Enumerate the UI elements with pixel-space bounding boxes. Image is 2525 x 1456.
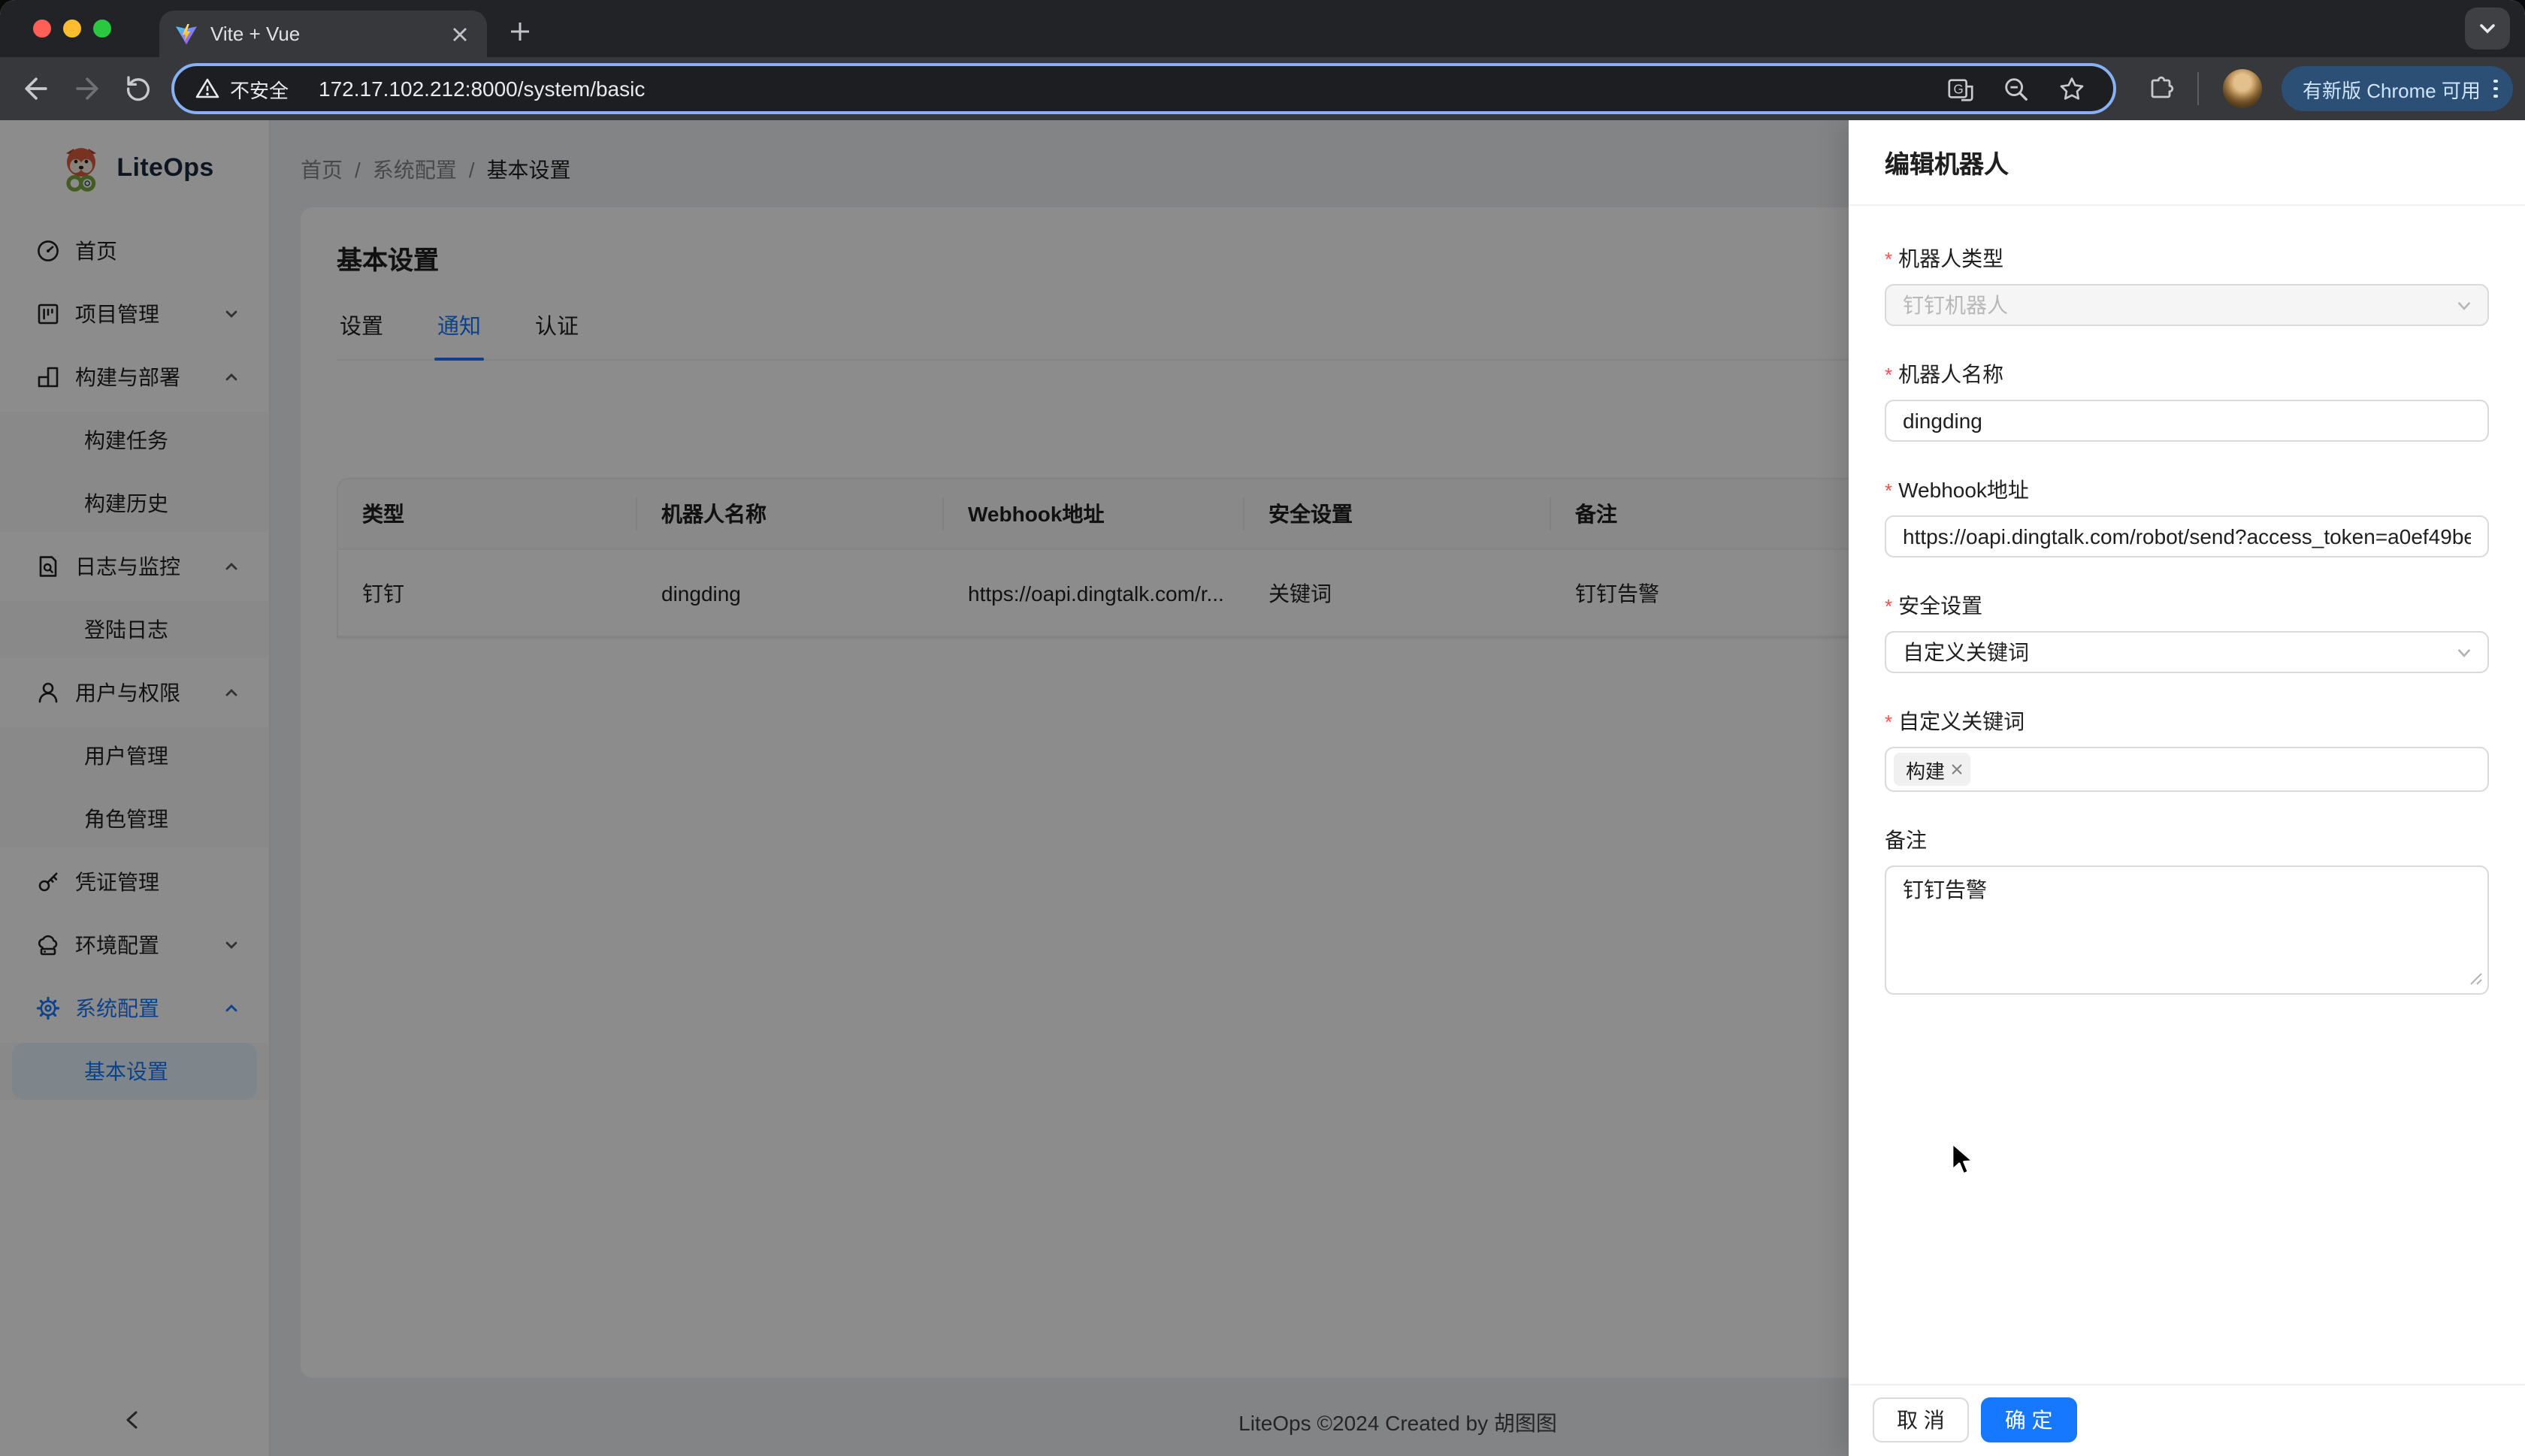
field-label: * Webhook地址 bbox=[1885, 478, 2029, 502]
tab-strip: Vite + Vue bbox=[0, 0, 2525, 57]
field-security: * 安全设置 自定义关键词 bbox=[1885, 589, 2489, 673]
close-window-button[interactable] bbox=[33, 20, 51, 38]
security-value: 自定义关键词 bbox=[1885, 631, 2489, 673]
chrome-update-label: 有新版 Chrome 可用 bbox=[2303, 79, 2481, 101]
browser-window: Vite + Vue 不安全 172.17.102.212:8000/syste… bbox=[0, 0, 2525, 1456]
browser-toolbar: 不安全 172.17.102.212:8000/system/basic G 有… bbox=[0, 57, 2525, 120]
security-select[interactable]: 自定义关键词 bbox=[1885, 631, 2489, 673]
tab-search-chevron-icon[interactable] bbox=[2465, 8, 2510, 50]
translate-icon[interactable]: G bbox=[1946, 74, 1975, 103]
vite-favicon-icon bbox=[176, 23, 197, 44]
robot-type-value: 钉钉机器人 bbox=[1885, 284, 2489, 326]
toolbar-separator bbox=[2197, 72, 2199, 105]
required-mark: * bbox=[1885, 479, 1893, 501]
tab-title: Vite + Vue bbox=[210, 23, 301, 45]
required-mark: * bbox=[1885, 594, 1893, 617]
robot-type-select[interactable]: 钉钉机器人 bbox=[1885, 284, 2489, 326]
drawer-title: 编辑机器人 bbox=[1849, 120, 2525, 206]
chevron-down-icon bbox=[2456, 644, 2472, 660]
keywords-tag-input[interactable]: 构建 bbox=[1885, 747, 2489, 792]
forward-icon[interactable] bbox=[63, 65, 111, 113]
field-webhook: * Webhook地址 bbox=[1885, 473, 2489, 557]
chevron-down-icon bbox=[2456, 297, 2472, 313]
fullscreen-window-button[interactable] bbox=[93, 20, 111, 38]
field-robot-name: * 机器人名称 bbox=[1885, 358, 2489, 442]
svg-text:G: G bbox=[1954, 82, 1964, 96]
browser-menu-kebab-icon[interactable] bbox=[2493, 79, 2498, 98]
mouse-cursor bbox=[1951, 1142, 1974, 1175]
address-bar[interactable]: 不安全 172.17.102.212:8000/system/basic G bbox=[171, 63, 2116, 114]
chrome-update-button[interactable]: 有新版 Chrome 可用 bbox=[2282, 66, 2513, 111]
field-label: * 机器人名称 bbox=[1885, 362, 2004, 386]
profile-avatar[interactable] bbox=[2223, 69, 2262, 108]
field-robot-type: * 机器人类型 钉钉机器人 bbox=[1885, 242, 2489, 326]
tab-close-icon[interactable] bbox=[448, 22, 472, 46]
required-mark: * bbox=[1885, 363, 1893, 385]
window-controls bbox=[33, 20, 111, 38]
webhook-input[interactable] bbox=[1885, 515, 2489, 557]
field-keywords: * 自定义关键词 构建 bbox=[1885, 705, 2489, 792]
remark-textarea[interactable]: 钉钉告警 bbox=[1885, 865, 2489, 995]
keyword-tag: 构建 bbox=[1894, 753, 1971, 786]
browser-tab[interactable]: Vite + Vue bbox=[159, 11, 487, 57]
field-label: * 自定义关键词 bbox=[1885, 709, 2025, 733]
bookmark-star-icon[interactable] bbox=[2058, 74, 2086, 103]
drawer-footer: 取 消 确 定 bbox=[1849, 1384, 2525, 1456]
field-label: * 安全设置 bbox=[1885, 594, 1983, 618]
field-label: 备注 bbox=[1885, 828, 1927, 852]
cancel-button[interactable]: 取 消 bbox=[1873, 1397, 1969, 1442]
drawer-form: * 机器人类型 钉钉机器人 * 机器人名称 dingding * Webhook… bbox=[1849, 206, 2525, 1384]
required-mark: * bbox=[1885, 247, 1893, 270]
field-remark: 备注 钉钉告警 bbox=[1885, 823, 2489, 1002]
textarea-resize-handle[interactable] bbox=[2469, 966, 2483, 993]
zoom-out-icon[interactable] bbox=[2002, 74, 2031, 103]
confirm-button[interactable]: 确 定 bbox=[1980, 1397, 2077, 1442]
back-icon[interactable] bbox=[12, 65, 60, 113]
not-secure-warning-icon bbox=[195, 78, 219, 98]
url-text: 172.17.102.212:8000/system/basic bbox=[319, 77, 646, 101]
new-tab-button[interactable] bbox=[499, 11, 541, 53]
required-mark: * bbox=[1885, 710, 1893, 733]
minimize-window-button[interactable] bbox=[63, 20, 81, 38]
security-label: 不安全 bbox=[230, 79, 289, 101]
edit-robot-drawer: 编辑机器人 * 机器人类型 钉钉机器人 * 机器人名称 dingding * W… bbox=[1849, 120, 2525, 1456]
field-label: * 机器人类型 bbox=[1885, 246, 2004, 270]
reload-icon[interactable] bbox=[114, 65, 162, 113]
extensions-puzzle-icon[interactable] bbox=[2137, 65, 2185, 113]
web-page: LiteOps 首页 项目管理 构建与部署 构建任务 构建历史 日志与监控 登陆… bbox=[0, 120, 2525, 1456]
tag-close-icon[interactable] bbox=[1951, 763, 1963, 775]
robot-name-input[interactable] bbox=[1885, 400, 2489, 442]
